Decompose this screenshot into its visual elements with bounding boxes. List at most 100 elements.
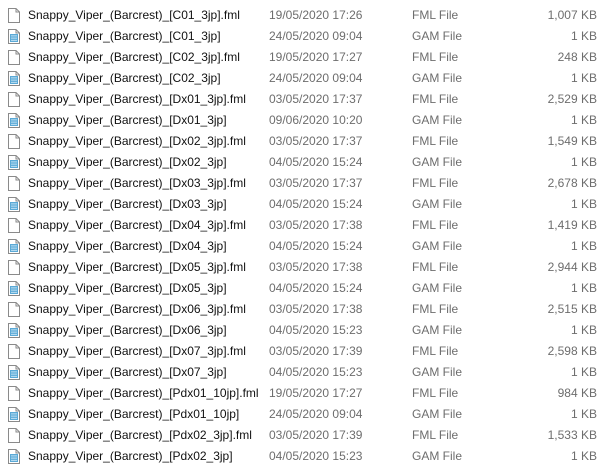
file-date-modified: 04/05/2020 15:24 [269,155,363,169]
file-row[interactable]: Snappy_Viper_(Barcrest)_[Dx06_3jp] 04/05… [0,320,613,341]
file-size: 2,678 KB [547,176,597,190]
file-row[interactable]: Snappy_Viper_(Barcrest)_[Dx03_3jp] 04/05… [0,194,613,215]
file-size: 1,549 KB [547,134,597,148]
file-row[interactable]: Snappy_Viper_(Barcrest)_[Dx01_3jp] 09/06… [0,110,613,131]
file-name: Snappy_Viper_(Barcrest)_[Dx05_3jp].fml [28,260,246,274]
file-row[interactable]: Snappy_Viper_(Barcrest)_[Dx02_3jp] 04/05… [0,152,613,173]
file-date-modified: 24/05/2020 09:04 [269,407,363,421]
file-date-modified: 04/05/2020 15:24 [269,197,363,211]
plain-file-icon [8,8,20,23]
plain-file-icon [8,218,20,233]
file-size: 984 KB [557,386,597,400]
file-row[interactable]: Snappy_Viper_(Barcrest)_[Dx05_3jp] 04/05… [0,278,613,299]
file-name: Snappy_Viper_(Barcrest)_[Dx04_3jp] [28,239,227,253]
file-icon-cell [8,173,22,194]
file-date-modified: 04/05/2020 15:23 [269,323,363,337]
file-icon-cell [8,299,22,320]
file-icon-cell [8,236,22,257]
scrollbar[interactable] [609,0,613,468]
file-icon-cell [8,89,22,110]
file-icon-cell [8,383,22,404]
file-date-modified: 19/05/2020 17:26 [269,8,363,22]
file-row[interactable]: Snappy_Viper_(Barcrest)_[Pdx02_3jp].fml … [0,425,613,446]
file-row[interactable]: Snappy_Viper_(Barcrest)_[Dx01_3jp].fml 0… [0,89,613,110]
file-date-modified: 09/06/2020 10:20 [269,113,363,127]
plain-file-icon [8,260,20,275]
file-date-modified: 03/05/2020 17:37 [269,134,363,148]
file-row[interactable]: Snappy_Viper_(Barcrest)_[C01_3jp] 24/05/… [0,26,613,47]
plain-file-icon [8,176,20,191]
file-date-modified: 03/05/2020 17:37 [269,176,363,190]
file-row[interactable]: Snappy_Viper_(Barcrest)_[Dx04_3jp].fml 0… [0,215,613,236]
file-name: Snappy_Viper_(Barcrest)_[C01_3jp] [28,29,221,43]
file-name: Snappy_Viper_(Barcrest)_[C01_3jp].fml [28,8,240,22]
file-row[interactable]: Snappy_Viper_(Barcrest)_[C02_3jp].fml 19… [0,47,613,68]
file-row[interactable]: Snappy_Viper_(Barcrest)_[Pdx01_10jp].fml… [0,383,613,404]
file-row[interactable]: Snappy_Viper_(Barcrest)_[C01_3jp].fml 19… [0,5,613,26]
file-row[interactable]: Snappy_Viper_(Barcrest)_[Dx03_3jp].fml 0… [0,173,613,194]
file-row[interactable]: Snappy_Viper_(Barcrest)_[Dx07_3jp] 04/05… [0,362,613,383]
file-date-modified: 04/05/2020 15:24 [269,239,363,253]
plain-file-icon [8,92,20,107]
gam-file-icon [8,113,20,128]
file-icon-cell [8,320,22,341]
file-name: Snappy_Viper_(Barcrest)_[Pdx02_3jp].fml [28,428,252,442]
file-icon-cell [8,257,22,278]
file-size: 1 KB [570,71,597,85]
file-icon-cell [8,278,22,299]
file-size: 1 KB [570,239,597,253]
file-name: Snappy_Viper_(Barcrest)_[Dx06_3jp].fml [28,302,246,316]
file-size: 248 KB [557,50,597,64]
file-row[interactable]: Snappy_Viper_(Barcrest)_[Dx07_3jp].fml 0… [0,341,613,362]
file-date-modified: 03/05/2020 17:38 [269,302,363,316]
gam-file-icon [8,71,20,86]
file-size: 1 KB [570,281,597,295]
file-name: Snappy_Viper_(Barcrest)_[Dx03_3jp].fml [28,176,246,190]
file-size: 1,007 KB [547,8,597,22]
file-icon-cell [8,194,22,215]
file-row[interactable]: Snappy_Viper_(Barcrest)_[Dx05_3jp].fml 0… [0,257,613,278]
file-date-modified: 03/05/2020 17:38 [269,218,363,232]
gam-file-icon [8,407,20,422]
file-date-modified: 03/05/2020 17:39 [269,428,363,442]
file-row[interactable]: Snappy_Viper_(Barcrest)_[Dx04_3jp] 04/05… [0,236,613,257]
file-date-modified: 24/05/2020 09:04 [269,71,363,85]
file-name: Snappy_Viper_(Barcrest)_[Dx01_3jp].fml [28,92,246,106]
file-name: Snappy_Viper_(Barcrest)_[Pdx01_10jp] [28,407,240,421]
file-size: 1 KB [570,29,597,43]
plain-file-icon [8,302,20,317]
file-icon-cell [8,446,22,467]
file-name: Snappy_Viper_(Barcrest)_[Dx01_3jp] [28,113,227,127]
file-row[interactable]: Snappy_Viper_(Barcrest)_[Dx02_3jp].fml 0… [0,131,613,152]
file-date-modified: 04/05/2020 15:23 [269,365,363,379]
file-name: Snappy_Viper_(Barcrest)_[Dx05_3jp] [28,281,227,295]
file-icon-cell [8,425,22,446]
file-size: 1 KB [570,323,597,337]
file-icon-cell [8,404,22,425]
file-size: 1,419 KB [547,218,597,232]
file-name: Snappy_Viper_(Barcrest)_[Dx07_3jp] [28,365,227,379]
file-name: Snappy_Viper_(Barcrest)_[C02_3jp] [28,71,221,85]
file-row[interactable]: Snappy_Viper_(Barcrest)_[Dx06_3jp].fml 0… [0,299,613,320]
file-icon-cell [8,341,22,362]
file-size: 1 KB [570,407,597,421]
gam-file-icon [8,365,20,380]
gam-file-icon [8,281,20,296]
file-date-modified: 03/05/2020 17:37 [269,92,363,106]
plain-file-icon [8,134,20,149]
file-row[interactable]: Snappy_Viper_(Barcrest)_[Pdx01_10jp] 24/… [0,404,613,425]
file-list: Snappy_Viper_(Barcrest)_[C01_3jp].fml 19… [0,5,613,467]
file-name: Snappy_Viper_(Barcrest)_[Pdx02_3jp] [28,449,233,463]
file-name: Snappy_Viper_(Barcrest)_[Dx03_3jp] [28,197,227,211]
file-row[interactable]: Snappy_Viper_(Barcrest)_[C02_3jp] 24/05/… [0,68,613,89]
file-name: Snappy_Viper_(Barcrest)_[Dx06_3jp] [28,323,227,337]
file-name: Snappy_Viper_(Barcrest)_[Pdx01_10jp].fml [28,386,259,400]
file-date-modified: 04/05/2020 15:23 [269,449,363,463]
file-size: 2,944 KB [547,260,597,274]
plain-file-icon [8,428,20,443]
file-row[interactable]: Snappy_Viper_(Barcrest)_[Pdx02_3jp] 04/0… [0,446,613,467]
file-name: Snappy_Viper_(Barcrest)_[Dx02_3jp].fml [28,134,246,148]
file-icon-cell [8,26,22,47]
file-icon-cell [8,110,22,131]
file-size: 1 KB [570,449,597,463]
